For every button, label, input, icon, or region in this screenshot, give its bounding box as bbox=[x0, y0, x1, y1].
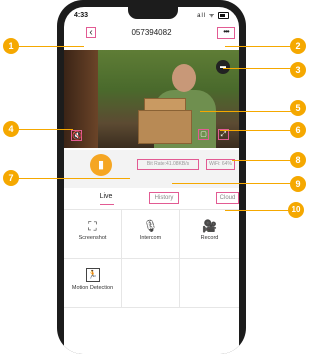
view-tabs: Live History Cloud bbox=[64, 189, 239, 207]
callout-line-5 bbox=[200, 111, 293, 112]
callout-line-6 bbox=[220, 130, 293, 131]
screenshot-button[interactable]: ⛶ Screenshot bbox=[64, 210, 122, 259]
callout-marker-6: 6 bbox=[290, 122, 306, 138]
callout-line-8 bbox=[232, 160, 293, 161]
live-video-feed[interactable] bbox=[64, 50, 239, 148]
more-options-button[interactable]: ••• bbox=[217, 27, 235, 39]
video-person-head bbox=[172, 64, 196, 92]
clarity-button[interactable]: ▢ bbox=[198, 129, 209, 140]
device-id-title: 057394082 bbox=[131, 28, 172, 37]
callout-marker-4: 4 bbox=[3, 121, 19, 137]
callout-marker-7: 7 bbox=[3, 170, 19, 186]
phone-notch bbox=[128, 7, 178, 19]
status-time: 4:33 bbox=[74, 12, 89, 19]
callout-line-3 bbox=[223, 68, 293, 69]
empty-cell bbox=[180, 259, 239, 308]
callout-line-10 bbox=[225, 210, 293, 211]
callout-marker-10: 10 bbox=[288, 202, 304, 218]
record-label: Record bbox=[200, 235, 219, 241]
callout-line-9 bbox=[172, 183, 293, 184]
feature-grid: ⛶ Screenshot 🎙 Intercom 🎥 Record 🏃 Motio… bbox=[64, 209, 239, 308]
callout-marker-5: 5 bbox=[290, 100, 306, 116]
sd-card-button[interactable]: ▬ bbox=[216, 60, 230, 74]
callout-marker-9: 9 bbox=[290, 176, 306, 192]
navigation-bar: ‹ 057394082 ••• bbox=[64, 23, 239, 43]
callout-line-2 bbox=[225, 46, 293, 47]
callout-line-4 bbox=[18, 129, 73, 130]
callout-line-7 bbox=[18, 178, 130, 179]
callout-marker-8: 8 bbox=[290, 152, 306, 168]
battery-icon bbox=[218, 11, 229, 19]
intercom-label: Intercom bbox=[139, 235, 162, 241]
motion-detection-button[interactable]: 🏃 Motion Detection bbox=[64, 259, 122, 308]
phone-frame: 4:33 all ᯤ ‹ 057394082 ••• ▬ 🔇 ▢ ⤢ ▮ Bit… bbox=[57, 0, 246, 354]
callout-marker-2: 2 bbox=[290, 38, 306, 54]
motion-person-icon: 🏃 bbox=[85, 268, 100, 282]
callout-marker-1: 1 bbox=[3, 38, 19, 54]
microphone-icon: 🎙 bbox=[142, 219, 159, 233]
bitrate-readout: Bit Rate:41.08KB/s bbox=[137, 159, 199, 170]
wifi-strength-readout: WiFi: 64% bbox=[206, 159, 235, 170]
app-screen: 4:33 all ᯤ ‹ 057394082 ••• ▬ 🔇 ▢ ⤢ ▮ Bit… bbox=[64, 7, 239, 354]
empty-cell bbox=[122, 259, 180, 308]
video-camera-icon: 🎥 bbox=[202, 219, 217, 233]
tab-cloud[interactable]: Cloud bbox=[216, 192, 239, 204]
tab-history[interactable]: History bbox=[149, 192, 179, 204]
callout-marker-3: 3 bbox=[290, 62, 306, 78]
motion-detection-label: Motion Detection bbox=[71, 285, 114, 291]
status-icons: all ᯤ bbox=[197, 11, 229, 19]
screenshot-icon: ⛶ bbox=[88, 219, 97, 233]
intercom-button[interactable]: 🎙 Intercom bbox=[122, 210, 180, 259]
tab-live[interactable]: Live bbox=[94, 193, 118, 200]
screenshot-label: Screenshot bbox=[78, 235, 107, 241]
mute-button[interactable]: 🔇 bbox=[71, 130, 82, 141]
signal-icon: all ᯤ bbox=[197, 13, 216, 19]
active-tab-underline bbox=[100, 204, 114, 205]
callout-line-1 bbox=[18, 46, 84, 47]
record-button[interactable]: 🎥 Record bbox=[180, 210, 239, 259]
video-package bbox=[138, 110, 192, 144]
doorbell-icon: ▮ bbox=[90, 154, 112, 176]
